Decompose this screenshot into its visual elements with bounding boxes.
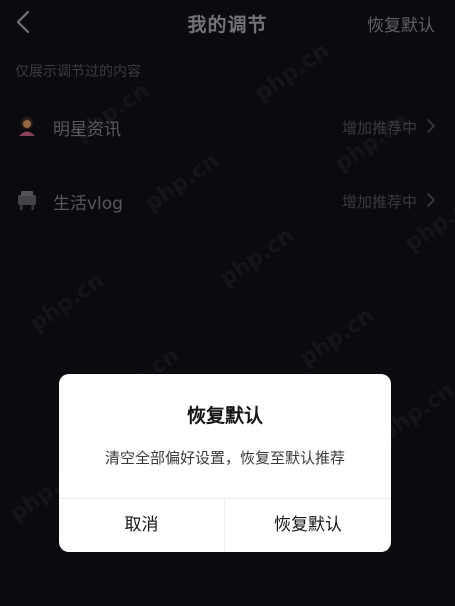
reset-dialog: 恢复默认 清空全部偏好设置，恢复至默认推荐 取消 恢复默认 [59,374,391,552]
confirm-reset-button[interactable]: 恢复默认 [225,499,391,552]
dialog-title: 恢复默认 [186,405,263,427]
dialog-message: 清空全部偏好设置，恢复至默认推荐 [104,449,345,467]
cancel-button[interactable]: 取消 [59,499,224,552]
